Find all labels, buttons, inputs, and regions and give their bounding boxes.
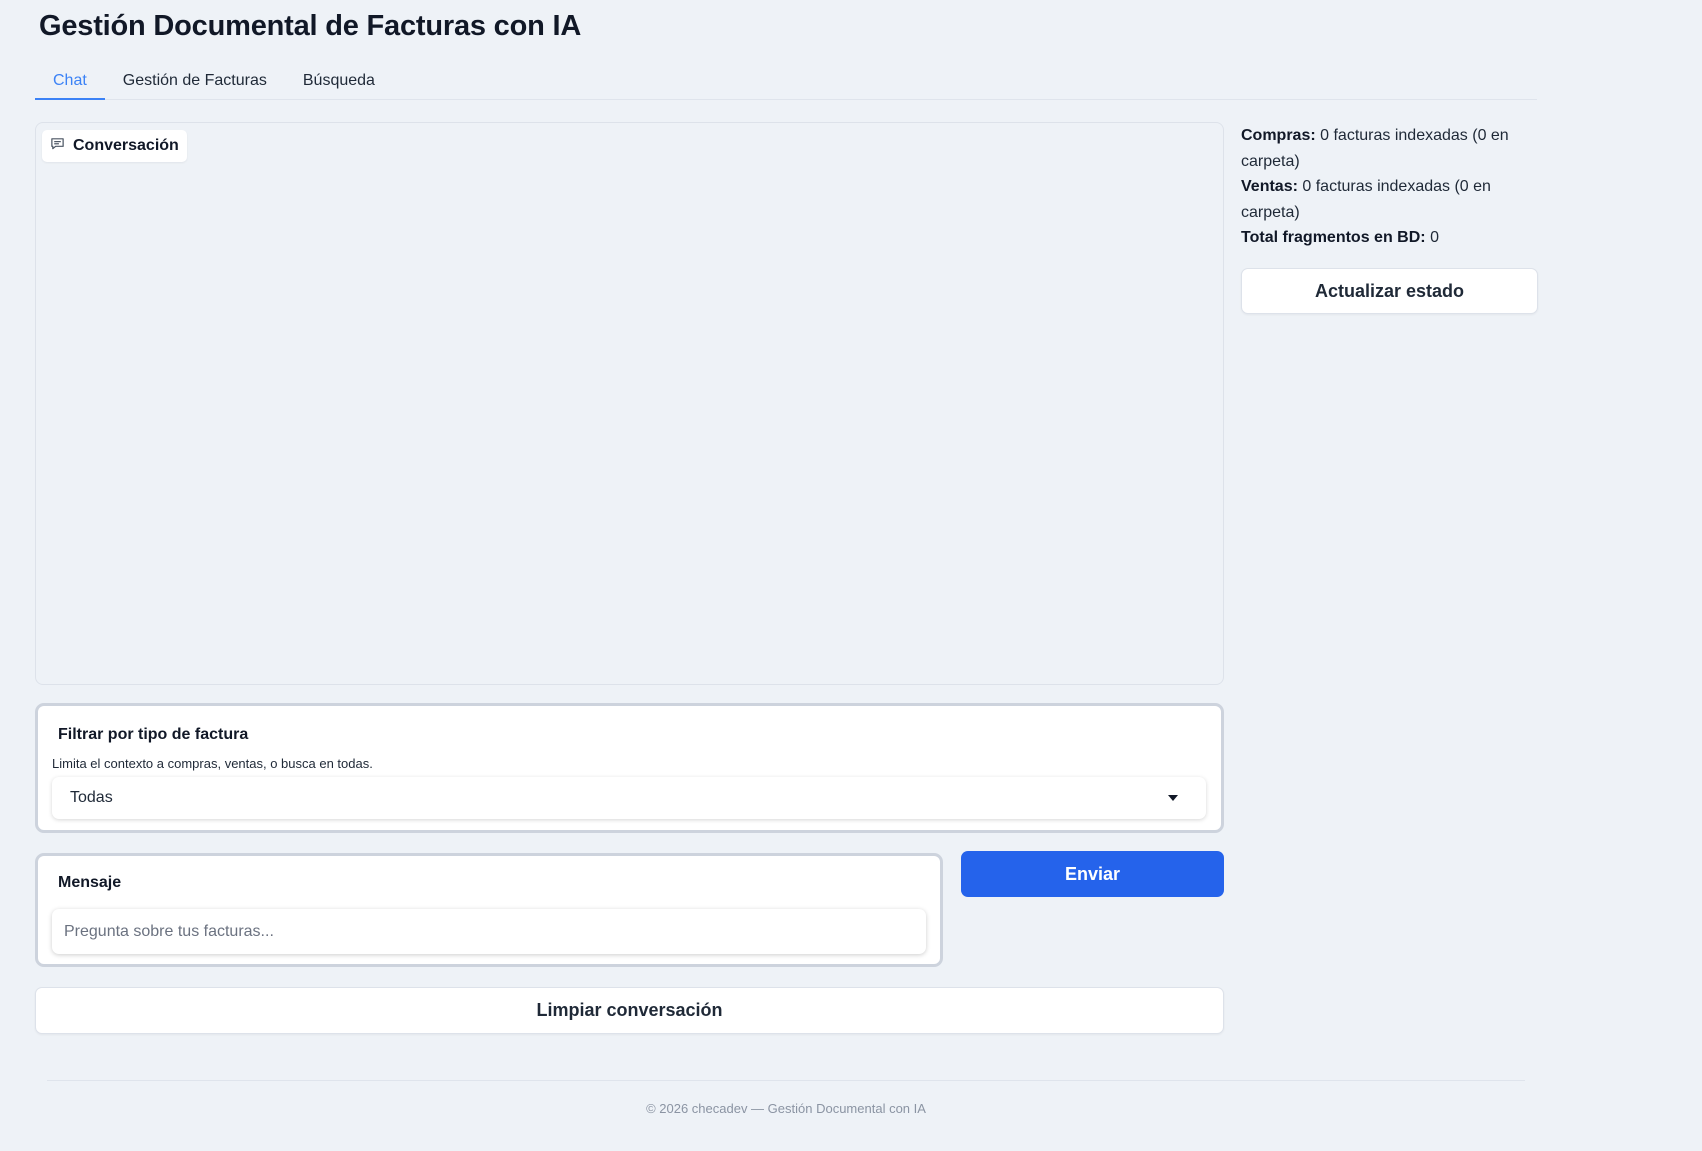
status-compras: Compras: 0 facturas indexadas (0 en carp… — [1241, 127, 1509, 170]
clear-conversation-button[interactable]: Limpiar conversación — [35, 987, 1224, 1034]
message-panel: Mensaje — [35, 853, 943, 967]
page: Gestión Documental de Facturas con IA Ch… — [0, 0, 1702, 1151]
status-ventas: Ventas: 0 facturas indexadas (0 en carpe… — [1241, 178, 1491, 221]
chat-label-text: Conversación — [73, 137, 179, 154]
dropdown-selected-value: Todas — [70, 789, 113, 806]
caret-down-icon — [1168, 795, 1178, 801]
send-button[interactable]: Enviar — [961, 851, 1224, 897]
filter-panel: Filtrar por tipo de factura Limita el co… — [35, 703, 1224, 833]
chat-bubble-icon — [50, 136, 65, 156]
index-status: Compras: 0 facturas indexadas (0 en carp… — [1241, 123, 1541, 251]
refresh-status-button[interactable]: Actualizar estado — [1241, 268, 1538, 314]
filter-title: Filtrar por tipo de factura — [58, 726, 249, 743]
invoice-type-dropdown[interactable]: Todas — [52, 777, 1206, 819]
chat-label: Conversación — [42, 130, 187, 162]
footer-text: © 2026 checadev — Gestión Documental con… — [646, 1101, 926, 1116]
footer-divider — [47, 1080, 1525, 1081]
tab-gestion-facturas[interactable]: Gestión de Facturas — [105, 64, 285, 100]
tab-busqueda[interactable]: Búsqueda — [285, 64, 393, 100]
chat-conversation-area[interactable]: Conversación — [35, 122, 1224, 685]
tab-bar: Chat Gestión de Facturas Búsqueda — [35, 64, 1537, 100]
tab-chat[interactable]: Chat — [35, 64, 105, 100]
message-input[interactable] — [52, 909, 926, 954]
page-title: Gestión Documental de Facturas con IA — [39, 10, 582, 42]
message-title: Mensaje — [58, 874, 122, 891]
filter-description: Limita el contexto a compras, ventas, o … — [52, 756, 373, 771]
status-total-fragmentos: Total fragmentos en BD: 0 — [1241, 229, 1439, 246]
